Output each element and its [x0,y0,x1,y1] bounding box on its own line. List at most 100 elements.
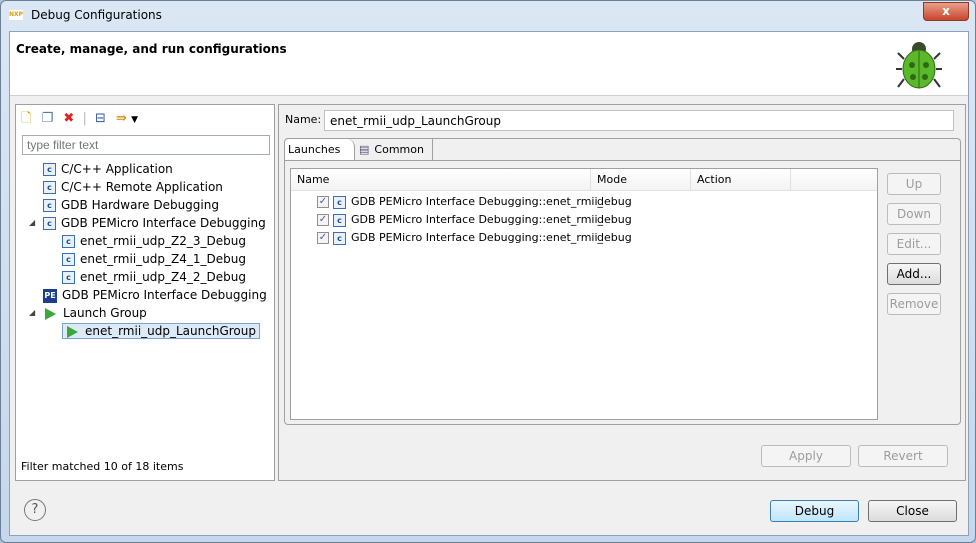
add-button[interactable]: Add... [887,263,941,285]
help-button[interactable]: ? [24,499,46,521]
tree-item[interactable]: ◢ c GDB PEMicro Interface Debugging [29,214,266,232]
tree-item-label: enet_rmii_udp_Z2_3_Debug [80,234,246,248]
tree-item-content: c C/C++ Application [43,162,173,176]
table-row[interactable]: ✓ c GDB PEMicro Interface Debugging::enet_… [291,211,877,229]
row-name: GDB PEMicro Interface Debugging::enet_rm… [351,213,604,226]
tree-item-content: c enet_rmii_udp_Z2_3_Debug [62,234,246,248]
filter-input[interactable] [22,135,270,155]
tree-item-content: c enet_rmii_udp_Z4_1_Debug [62,252,246,266]
launches-table: Name Mode Action ✓ c GDB PEMicro Interface… [290,168,878,420]
col-mode[interactable]: Mode [591,169,691,191]
close-button[interactable]: Close [868,500,957,522]
tree-item[interactable]: c enet_rmii_udp_Z2_3_Debug [62,232,246,250]
row-mode: debug [597,213,632,226]
launch-icon [67,325,78,338]
dialog-window: NXP Debug Configurations x Create, manag… [0,0,976,543]
duplicate-icon[interactable]: ❐ [42,111,54,126]
tree-item-label: C/C++ Application [61,162,173,176]
tree-item-label: enet_rmii_udp_Z4_1_Debug [80,252,246,266]
tree-item-content: PE GDB PEMicro Interface Debugging [43,288,267,303]
edit-button[interactable]: Edit... [887,233,941,255]
dialog-client: Create, manage, and run configurations 🗋… [9,31,969,536]
c-icon: c [43,199,56,212]
config-tree-panel: 🗋 ❐ ✖ | ⊟ ⇛ ▼ c C/C++ Application c C/C++ R… [15,104,275,481]
bug-icon [896,42,942,89]
tree-item[interactable]: c enet_rmii_udp_Z4_1_Debug [62,250,246,268]
row-checkbox[interactable]: ✓ [317,232,329,244]
tab-divider [285,160,960,161]
row-checkbox[interactable]: ✓ [317,196,329,208]
col-name[interactable]: Name [291,169,591,191]
toolbar-divider: | [82,111,87,126]
window-close-button[interactable]: x [923,2,969,21]
row-checkbox[interactable]: ✓ [317,214,329,226]
tab-launches[interactable]: Launches [285,139,355,160]
row-name-cell: ✓ c GDB PEMicro Interface Debugging::enet_… [317,193,603,211]
c-icon: c [62,253,75,266]
tree-item-content: c GDB Hardware Debugging [43,198,219,212]
row-name-cell: ✓ c GDB PEMicro Interface Debugging::enet_… [317,229,603,247]
tree-item-label: GDB PEMicro Interface Debugging [62,288,267,302]
tree-item-content: enet_rmii_udp_LaunchGroup [62,323,260,339]
new-config-icon[interactable]: 🗋 [21,111,31,126]
tree-item-label: C/C++ Remote Application [61,180,223,194]
row-name: GDB PEMicro Interface Debugging::enet_rm… [351,195,604,208]
row-mode: debug [597,195,632,208]
expand-toggle-icon[interactable]: ◢ [29,304,35,322]
tree-item-label: GDB Hardware Debugging [61,198,219,212]
c-icon: c [43,163,56,176]
window-title: Debug Configurations [31,8,162,22]
table-header: Name Mode Action [291,169,877,191]
tab-common[interactable]: ▤ Common [357,139,433,160]
tree-item[interactable]: enet_rmii_udp_LaunchGroup [62,322,260,340]
tree-item[interactable]: c enet_rmii_udp_Z4_2_Debug [62,268,246,286]
tree-item-content: c enet_rmii_udp_Z4_2_Debug [62,270,246,284]
table-row[interactable]: ✓ c GDB PEMicro Interface Debugging::enet_… [291,229,877,247]
header-title: Create, manage, and run configurations [16,42,287,56]
collapse-all-icon[interactable]: ⊟ [95,111,106,126]
tree-item[interactable]: PE GDB PEMicro Interface Debugging [43,286,267,304]
config-editor-panel: Name: Launches ▤ Common Name Mode Action … [278,104,966,481]
dialog-header: Create, manage, and run configurations [10,32,968,96]
name-label: Name: [285,113,322,126]
c-icon: c [43,217,56,230]
tree-item-label: enet_rmii_udp_LaunchGroup [85,324,256,338]
app-logo: NXP [9,10,24,20]
chevron-down-icon[interactable]: ▼ [131,115,138,125]
c-icon: c [333,195,346,209]
table-row[interactable]: ✓ c GDB PEMicro Interface Debugging::enet_… [291,193,877,211]
up-button[interactable]: Up [887,173,941,195]
filter-icon[interactable]: ⇛ [116,111,127,126]
debug-button[interactable]: Debug [770,500,859,522]
c-icon: c [43,181,56,194]
table-icon: ▤ [359,143,370,156]
tree-item-content: c C/C++ Remote Application [43,180,223,194]
down-button[interactable]: Down [887,203,941,225]
tree-item-label: Launch Group [63,306,147,320]
col-action[interactable]: Action [691,169,791,191]
revert-button[interactable]: Revert [858,445,948,467]
launch-icon [45,307,56,320]
delete-icon[interactable]: ✖ [63,111,74,126]
name-input[interactable] [324,110,954,131]
remove-button[interactable]: Remove [887,293,941,315]
row-name: GDB PEMicro Interface Debugging::enet_rm… [351,231,604,244]
c-icon: c [62,235,75,248]
apply-button[interactable]: Apply [761,445,851,467]
pe-icon: PE [43,288,57,303]
tree-item-content: c GDB PEMicro Interface Debugging [43,216,266,230]
c-icon: c [333,231,346,245]
tree-item-label: GDB PEMicro Interface Debugging [61,216,266,230]
tree-item[interactable]: c C/C++ Application [43,160,173,178]
tree-toolbar: 🗋 ❐ ✖ | ⊟ ⇛ ▼ [21,110,138,129]
c-icon: c [62,271,75,284]
row-name-cell: ✓ c GDB PEMicro Interface Debugging::enet_… [317,211,603,229]
tree-item[interactable]: c GDB Hardware Debugging [43,196,219,214]
tree-item[interactable]: ◢ Launch Group [29,304,147,322]
tab-folder: Launches ▤ Common Name Mode Action ✓ c GDB … [284,138,961,425]
tree-item[interactable]: c C/C++ Remote Application [43,178,223,196]
tree-item-content: Launch Group [43,306,147,320]
filter-status: Filter matched 10 of 18 items [21,460,184,473]
expand-toggle-icon[interactable]: ◢ [29,214,35,232]
tab-common-label: Common [374,143,424,156]
